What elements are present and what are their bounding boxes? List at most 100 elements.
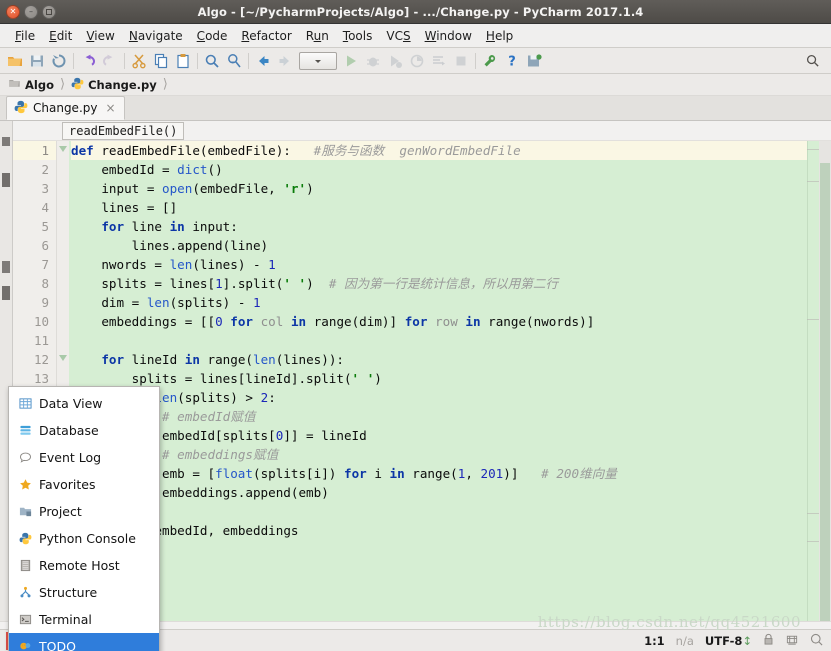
menu-item-refactor[interactable]: Refactor	[234, 27, 298, 45]
popup-item-remote-host[interactable]: Remote Host	[9, 552, 159, 579]
menu-item-run[interactable]: Run	[299, 27, 336, 45]
code-token: 1	[215, 276, 223, 291]
save-all-icon[interactable]	[26, 50, 48, 72]
source-code[interactable]: def readEmbedFile(embedFile): #服务与函数 gen…	[69, 141, 819, 629]
popup-item-structure[interactable]: Structure	[9, 579, 159, 606]
popup-item-terminal[interactable]: Terminal	[9, 606, 159, 633]
popup-item-todo[interactable]: TODO	[9, 633, 159, 651]
code-token: row	[435, 314, 458, 329]
code-line[interactable]: lines.append(line)	[71, 236, 819, 255]
popup-item-project[interactable]: Project	[9, 498, 159, 525]
line-number[interactable]: 2	[13, 160, 56, 179]
cut-icon[interactable]	[128, 50, 150, 72]
code-line[interactable]	[71, 502, 819, 521]
line-number[interactable]: 5	[13, 217, 56, 236]
code-line[interactable]: splits = lines[lineId].split(' ')	[71, 369, 819, 388]
code-line[interactable]: # embeddings赋值	[71, 445, 819, 464]
code-line[interactable]: input = open(embedFile, 'r')	[71, 179, 819, 198]
settings-wrench-icon[interactable]	[479, 50, 501, 72]
popup-item-data-view[interactable]: Data View	[9, 390, 159, 417]
run-coverage-icon	[384, 50, 406, 72]
menu-item-code[interactable]: Code	[190, 27, 235, 45]
line-number[interactable]: 1	[13, 141, 56, 160]
maximize-icon[interactable]	[42, 5, 56, 19]
code-line[interactable]: embedId = dict()	[71, 160, 819, 179]
line-number[interactable]: 9	[13, 293, 56, 312]
code-line[interactable]: nwords = len(lines) - 1	[71, 255, 819, 274]
find-icon[interactable]	[201, 50, 223, 72]
code-line[interactable]: dim = len(splits) - 1	[71, 293, 819, 312]
code-line[interactable]: # embedId赋值	[71, 407, 819, 426]
line-number[interactable]: 4	[13, 198, 56, 217]
paste-icon[interactable]	[172, 50, 194, 72]
code-line[interactable]: embedId[splits[0]] = lineId	[71, 426, 819, 445]
line-number[interactable]: 11	[13, 331, 56, 350]
menu-item-file[interactable]: File	[8, 27, 42, 45]
context-breadcrumb-chip[interactable]: readEmbedFile()	[62, 122, 184, 140]
popup-item-favorites[interactable]: Favorites	[9, 471, 159, 498]
code-line[interactable]: splits = lines[1].split(' ') # 因为第一行是统计信…	[71, 274, 819, 293]
code-line[interactable]: for line in input:	[71, 217, 819, 236]
inspection-magnifier-icon[interactable]	[810, 633, 823, 649]
popup-item-event-log[interactable]: Event Log	[9, 444, 159, 471]
line-number[interactable]: 6	[13, 236, 56, 255]
code-line[interactable]	[71, 331, 819, 350]
menu-item-window[interactable]: Window	[418, 27, 479, 45]
code-token: lines.append(line)	[71, 238, 268, 253]
menu-item-help[interactable]: Help	[479, 27, 520, 45]
back-icon[interactable]	[252, 50, 274, 72]
run-configuration-combo[interactable]	[299, 52, 337, 70]
stop-icon	[450, 50, 472, 72]
menu-item-view[interactable]: View	[79, 27, 121, 45]
editor-marker-column	[807, 141, 819, 629]
close-icon[interactable]: ×	[105, 101, 115, 115]
vcs-icon[interactable]	[785, 633, 799, 649]
database-icon	[18, 424, 32, 438]
line-number[interactable]: 7	[13, 255, 56, 274]
search-everywhere-icon[interactable]	[801, 50, 823, 72]
replace-icon[interactable]	[223, 50, 245, 72]
help-question-icon[interactable]: ?	[501, 50, 523, 72]
fold-marker-for[interactable]	[59, 355, 68, 364]
window-controls: ✕ –	[6, 5, 56, 19]
menu-item-navigate[interactable]: Navigate	[122, 27, 190, 45]
breadcrumb-item-project[interactable]: Algo	[8, 77, 54, 92]
code-line[interactable]: for lineId in range(len(lines)):	[71, 350, 819, 369]
toolbar-separator	[73, 53, 74, 69]
close-icon[interactable]: ✕	[6, 5, 20, 19]
read-only-lock-icon[interactable]	[763, 633, 774, 649]
sync-refresh-icon[interactable]	[48, 50, 70, 72]
undo-icon[interactable]	[77, 50, 99, 72]
open-folder-icon[interactable]	[4, 50, 26, 72]
line-separator[interactable]: n/a	[676, 634, 694, 648]
fold-marker-def[interactable]	[59, 146, 68, 155]
code-line[interactable]: return embedId, embeddings	[71, 521, 819, 540]
line-number[interactable]: 12	[13, 350, 56, 369]
scrollbar-thumb[interactable]	[820, 163, 830, 629]
popup-item-database[interactable]: Database	[9, 417, 159, 444]
code-token: i	[367, 466, 390, 481]
line-number[interactable]: 3	[13, 179, 56, 198]
caret-position[interactable]: 1:1	[644, 634, 665, 648]
encoding[interactable]: UTF-8↕	[705, 634, 752, 648]
code-line[interactable]: embeddings = [[0 for col in range(dim)] …	[71, 312, 819, 331]
code-line[interactable]: if len(splits) > 2:	[71, 388, 819, 407]
code-line[interactable]: embeddings.append(emb)	[71, 483, 819, 502]
code-line[interactable]: def readEmbedFile(embedFile): #服务与函数 gen…	[71, 141, 819, 160]
menu-item-vcs[interactable]: VCS	[379, 27, 417, 45]
menu-item-tools[interactable]: Tools	[336, 27, 380, 45]
editor-tab-label: Change.py	[33, 101, 97, 115]
line-number[interactable]: 8	[13, 274, 56, 293]
editor-vertical-scrollbar[interactable]	[819, 141, 831, 629]
code-line[interactable]: lines = []	[71, 198, 819, 217]
line-number[interactable]: 10	[13, 312, 56, 331]
code-line[interactable]: emb = [float(splits[i]) for i in range(1…	[71, 464, 819, 483]
menu-item-edit[interactable]: Edit	[42, 27, 79, 45]
minimize-icon[interactable]: –	[24, 5, 38, 19]
editor-tab-change-py[interactable]: Change.py ×	[6, 96, 125, 120]
code-token: (splits[i])	[253, 466, 344, 481]
copy-icon[interactable]	[150, 50, 172, 72]
popup-item-python-console[interactable]: Python Console	[9, 525, 159, 552]
breadcrumb-item-file[interactable]: Change.py	[71, 77, 157, 93]
update-project-icon[interactable]	[523, 50, 545, 72]
